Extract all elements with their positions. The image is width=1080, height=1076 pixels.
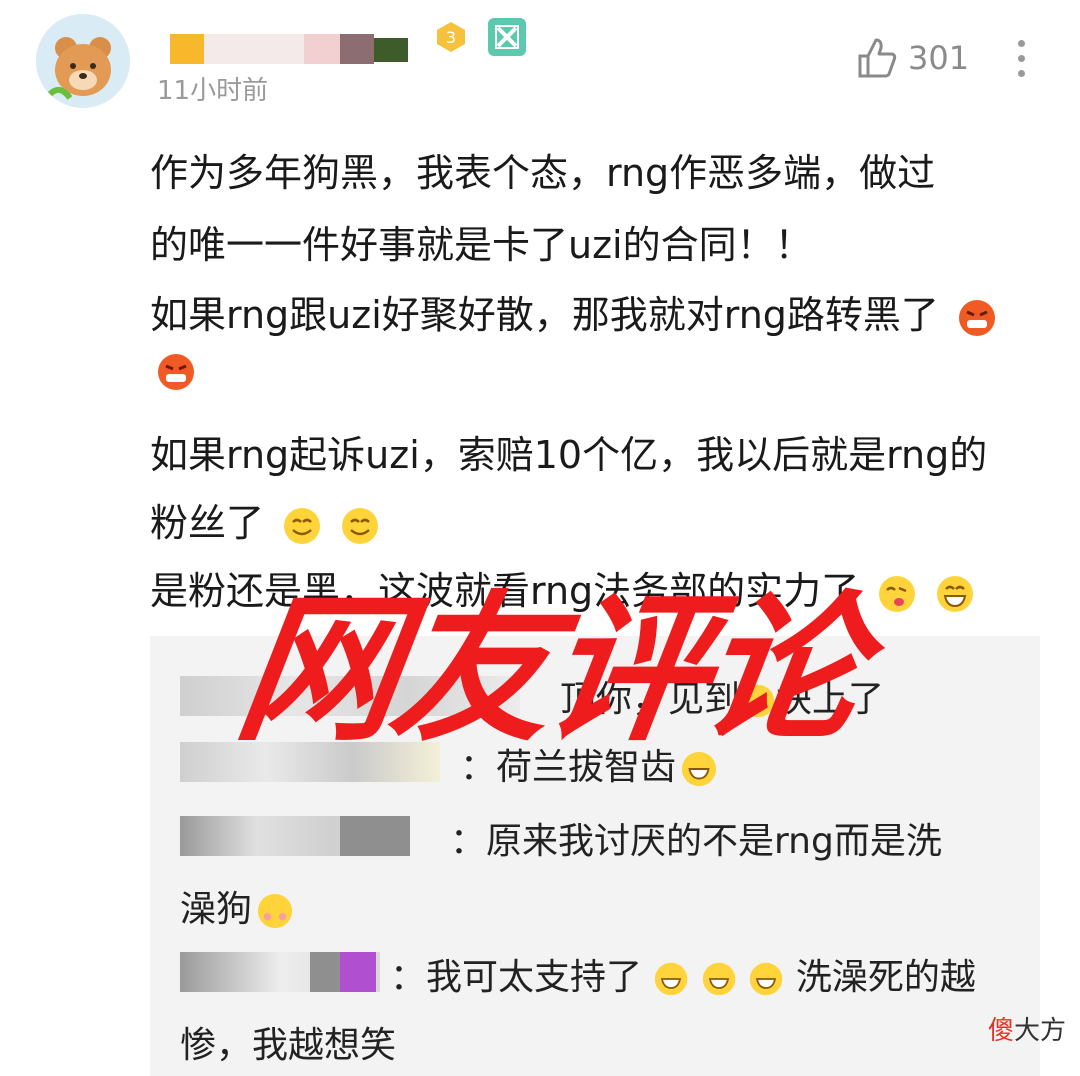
- grin-emoji-icon: [655, 962, 688, 996]
- angry-emoji-icon: [959, 299, 996, 336]
- like-count: 301: [908, 39, 970, 77]
- comment-line: 粉丝了: [150, 492, 380, 547]
- reply-text: 惨，我越想笑: [180, 1025, 397, 1066]
- reply-text: ：我可太支持了 洗澡死的越: [390, 948, 976, 1000]
- angry-emoji-icon: [158, 354, 194, 390]
- reply-text: ：原来我讨厌的不是rng而是洗: [450, 821, 942, 862]
- username-blurred[interactable]: [168, 16, 418, 64]
- grin-emoji-icon: [702, 962, 736, 996]
- tongue-emoji-icon: [879, 575, 916, 612]
- blush-emoji-icon: [257, 893, 293, 929]
- reply-text-part: 洗澡死的越: [795, 957, 976, 998]
- svg-text:3: 3: [446, 28, 456, 47]
- reply-user-blurred: [340, 952, 376, 992]
- vip-icon: [488, 18, 526, 56]
- thumbs-up-icon: [858, 38, 897, 78]
- level-3-badge: 3: [437, 22, 465, 52]
- comment-line: 作为多年狗黑，我表个态，rng作恶多端，做过: [150, 151, 936, 195]
- like-button[interactable]: 301: [856, 36, 969, 80]
- reply-text: 澡狗: [180, 880, 294, 932]
- post-time: 11小时前: [157, 76, 269, 106]
- grin-emoji-icon: [937, 575, 974, 612]
- more-vertical-icon[interactable]: [1006, 40, 1036, 86]
- comment-line-text: 如果rng跟uzi好聚好散，那我就对rng路转黑了: [150, 293, 939, 337]
- comment-line-text: 粉丝了: [150, 501, 265, 545]
- comment-line: 如果rng跟uzi好聚好散，那我就对rng路转黑了: [150, 284, 997, 339]
- overlay-title: 网友评论: [226, 576, 870, 763]
- reply-text-part: 澡狗: [180, 889, 253, 930]
- bear-avatar-icon: [36, 14, 130, 108]
- avatar[interactable]: [36, 14, 130, 108]
- comment-line: 的唯一一件好事就是卡了uzi的合同！！: [150, 223, 813, 267]
- comment-line: [156, 352, 196, 401]
- smile-emoji-icon: [342, 507, 379, 544]
- reply-text-part: ：我可太支持了: [390, 957, 643, 998]
- watermark-part: 傻: [988, 1016, 1015, 1046]
- watermark-part: 大方: [1014, 1016, 1067, 1046]
- watermark: 傻大方: [988, 1010, 1066, 1047]
- comment-line: 如果rng起诉uzi，索赔10个亿，我以后就是rng的: [150, 433, 988, 477]
- smile-emoji-icon: [284, 507, 321, 544]
- grin-emoji-icon: [750, 962, 783, 996]
- reply-user-blurred: [340, 816, 410, 856]
